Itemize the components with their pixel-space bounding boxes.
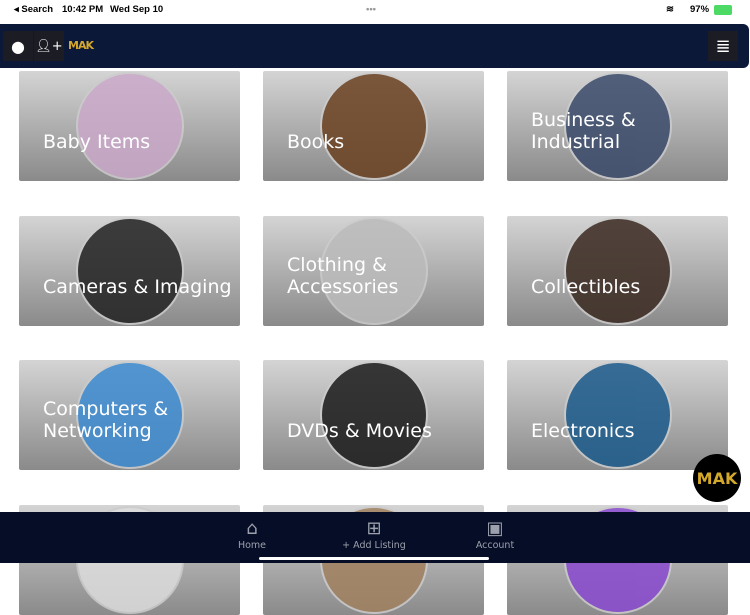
date: Wed Sep 10: [110, 4, 164, 15]
tab-label: + Add Listing: [342, 540, 406, 551]
menu-button[interactable]: ≣: [708, 31, 738, 61]
battery-percent: 97%: [690, 4, 710, 15]
contact-book-icon: ▣: [486, 518, 504, 539]
category-card[interactable]: Computers & Networking: [19, 360, 240, 470]
top-navbar: ● 👤︎+ MAK ≣: [0, 24, 749, 68]
profile-button[interactable]: ●: [3, 31, 33, 61]
tab-label: Account: [475, 540, 515, 551]
category-label: Electronics: [531, 420, 635, 442]
wifi-icon: ≋: [666, 4, 674, 15]
category-card[interactable]: Clothing & Accessories: [263, 215, 484, 326]
category-label: Baby Items: [43, 131, 151, 153]
category-label: Clothing & Accessories: [287, 253, 399, 298]
grid-icon: ⊞: [366, 518, 382, 539]
category-card[interactable]: DVDs & Movies: [263, 360, 484, 470]
tab-home[interactable]: ⌂ Home: [202, 518, 302, 551]
category-image: [320, 361, 428, 469]
category-card[interactable]: Cameras & Imaging: [19, 215, 240, 326]
multitask-dots-icon[interactable]: •••: [366, 4, 376, 15]
add-user-button[interactable]: 👤︎+: [34, 31, 64, 61]
category-label: Computers & Networking: [43, 398, 169, 442]
category-image: [564, 216, 672, 325]
battery-icon: [714, 5, 732, 15]
logo[interactable]: MAK: [68, 39, 94, 52]
tab-account[interactable]: ▣ Account: [445, 518, 545, 551]
category-card[interactable]: Baby Items: [19, 71, 240, 181]
category-image: [76, 72, 184, 180]
category-image: [320, 72, 428, 180]
category-image: [76, 216, 184, 325]
home-icon: ⌂: [246, 518, 258, 539]
category-label: Collectibles: [531, 275, 641, 298]
time: 10:42 PM: [62, 4, 104, 15]
tab-label: Home: [237, 540, 267, 551]
category-image: [564, 361, 672, 469]
user-circle-icon: ●: [11, 36, 25, 56]
mak-floating-button[interactable]: MAK: [693, 454, 741, 502]
tab-add-listing[interactable]: ⊞ + Add Listing: [324, 518, 424, 551]
category-card[interactable]: Collectibles: [507, 215, 728, 326]
bottom-tab-bar: ⌂ Home ⊞ + Add Listing ▣ Account: [0, 512, 750, 563]
status-bar: ◂ Search 10:42 PM Wed Sep 10 ••• ≋ 97%: [0, 0, 750, 22]
category-label: DVDs & Movies: [287, 420, 432, 442]
back-to-search[interactable]: ◂ Search: [14, 4, 53, 15]
home-indicator: [259, 557, 489, 560]
user-plus-icon: 👤︎+: [35, 38, 63, 54]
category-card[interactable]: Business & Industrial: [507, 71, 728, 181]
category-label: Books: [287, 131, 345, 153]
category-label: Business & Industrial: [531, 109, 636, 153]
category-card[interactable]: Books: [263, 71, 484, 181]
category-card[interactable]: Electronics: [507, 360, 728, 470]
category-label: Cameras & Imaging: [43, 275, 232, 298]
hamburger-icon: ≣: [715, 35, 731, 57]
